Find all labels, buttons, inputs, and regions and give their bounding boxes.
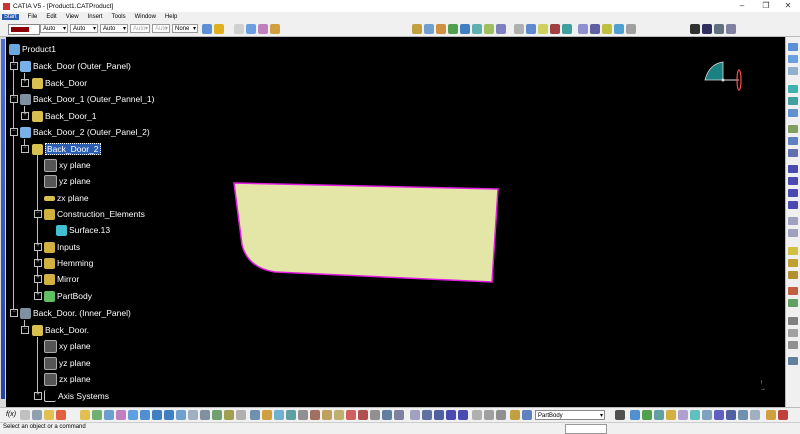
mass-icon[interactable]	[654, 410, 664, 420]
scan-icon[interactable]	[44, 410, 54, 420]
part-body-icon[interactable]	[80, 410, 90, 420]
status-prompt: Select an object or a command	[3, 424, 86, 430]
analysis-tool-icon[interactable]	[422, 410, 432, 420]
geometry-join-icon[interactable]	[446, 410, 456, 420]
draft-tool-icon[interactable]	[702, 410, 712, 420]
bottom-toolbar: f(x) PartBody	[0, 407, 800, 423]
revolve-tool-icon[interactable]	[310, 410, 320, 420]
fit-all-icon[interactable]	[116, 410, 126, 420]
iso-view-icon[interactable]	[200, 410, 210, 420]
fly-mode-icon[interactable]	[104, 410, 114, 420]
clash-icon[interactable]	[382, 410, 392, 420]
boundary-tool-icon[interactable]	[484, 410, 494, 420]
measure-between-icon[interactable]	[630, 410, 640, 420]
extrude-tool-icon[interactable]	[298, 410, 308, 420]
insert-body-icon[interactable]	[522, 410, 532, 420]
rotate-icon[interactable]	[140, 410, 150, 420]
reorder-icon[interactable]	[92, 410, 102, 420]
zoom-out-icon[interactable]	[164, 410, 174, 420]
current-body-dropdown[interactable]: PartBody	[535, 410, 605, 421]
cylinder-tool-icon[interactable]	[334, 410, 344, 420]
sphere-tool-icon[interactable]	[322, 410, 332, 420]
surface-13-shape[interactable]	[233, 182, 499, 283]
table-icon[interactable]	[32, 410, 42, 420]
update-tool-icon[interactable]	[714, 410, 724, 420]
hide-icon[interactable]	[615, 410, 625, 420]
grid-icon[interactable]	[410, 410, 420, 420]
connect-checker-tool-icon[interactable]	[690, 410, 700, 420]
status-bar: Select an object or a command	[0, 422, 800, 434]
multi-view-icon[interactable]	[188, 410, 198, 420]
define-work-object-icon[interactable]	[510, 410, 520, 420]
normal-view-icon[interactable]	[176, 410, 186, 420]
axis-tool-icon[interactable]	[726, 410, 736, 420]
formula-button[interactable]: f(x)	[6, 411, 16, 418]
offset-tool-icon[interactable]	[286, 410, 296, 420]
sketch-tool-icon[interactable]	[766, 410, 776, 420]
geometry-split-icon[interactable]	[458, 410, 468, 420]
viewport-3d[interactable]	[0, 0, 800, 433]
hide-show-icon[interactable]	[224, 410, 234, 420]
loft-tool-icon[interactable]	[274, 410, 284, 420]
trim-tool-icon[interactable]	[472, 410, 482, 420]
section-icon[interactable]	[394, 410, 404, 420]
axis-triad-icon: ↑ →	[760, 380, 766, 392]
point-tool-icon[interactable]	[738, 410, 748, 420]
catalog-tool-icon[interactable]	[666, 410, 676, 420]
apply-material-icon[interactable]	[678, 410, 688, 420]
manipulate-icon[interactable]	[358, 410, 368, 420]
comment-icon[interactable]	[20, 410, 30, 420]
measure-item-icon[interactable]	[642, 410, 652, 420]
compass-icon[interactable]	[697, 58, 747, 94]
curvature-tool-icon[interactable]	[434, 410, 444, 420]
extract-tool-icon[interactable]	[496, 410, 506, 420]
snap-icon[interactable]	[346, 410, 356, 420]
plane-tool-icon[interactable]	[750, 410, 760, 420]
fillet-tool-icon[interactable]	[250, 410, 260, 420]
shading-mode-icon[interactable]	[212, 410, 222, 420]
swap-space-icon[interactable]	[236, 410, 246, 420]
pan-icon[interactable]	[128, 410, 138, 420]
explode-icon[interactable]	[370, 410, 380, 420]
sweep-tool-icon[interactable]	[262, 410, 272, 420]
zoom-in-icon[interactable]	[152, 410, 162, 420]
disassemble-icon[interactable]	[56, 410, 66, 420]
exit-workbench-icon[interactable]	[778, 410, 788, 420]
